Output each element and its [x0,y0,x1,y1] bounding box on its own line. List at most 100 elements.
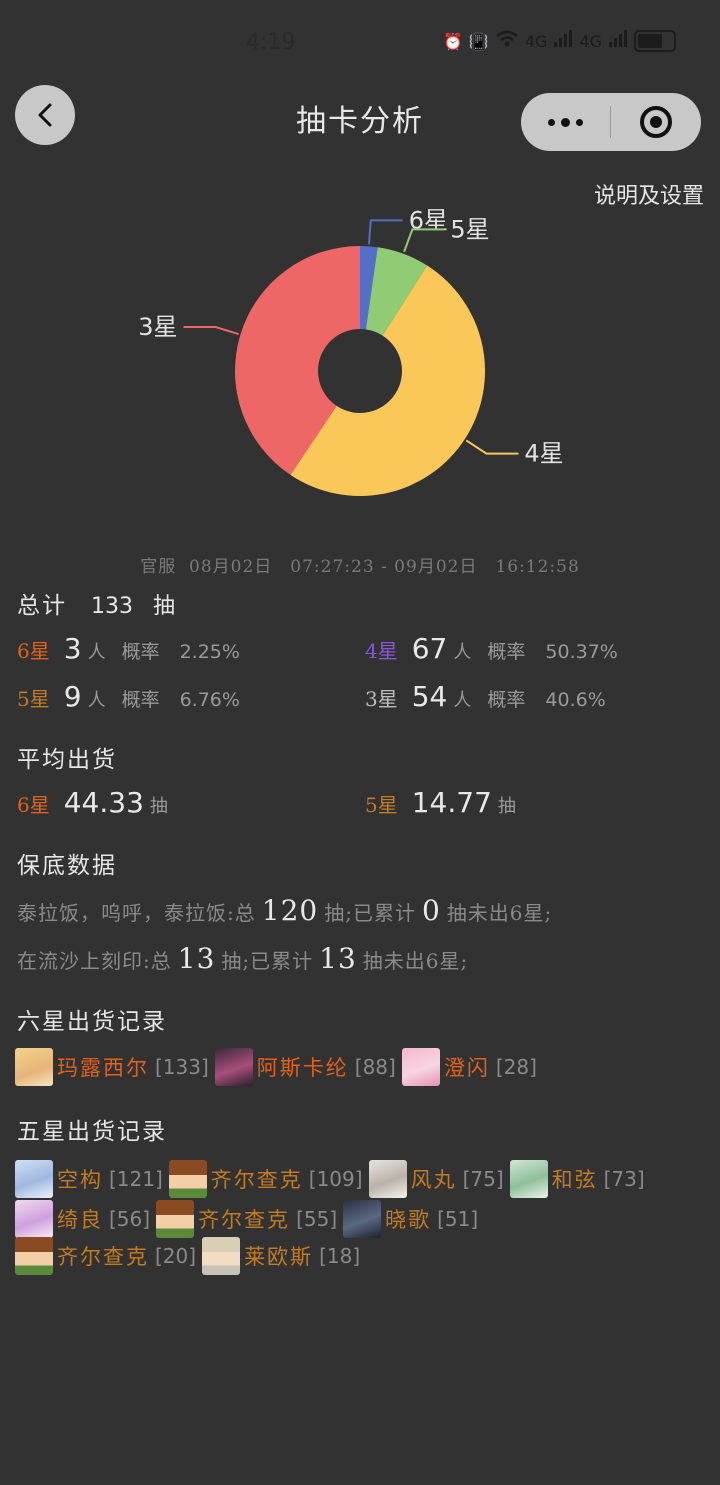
pie-label: 5星 [450,215,489,243]
star-label: 4星 [365,639,398,663]
stat-3star: 3星 54 人 概率 40.6% [365,680,606,713]
record-pull: [51] [437,1207,479,1231]
pity-tail: 抽未出6星; [362,949,469,973]
record-item: 空构 [121] [15,1160,163,1198]
record-pull: [18] [319,1244,361,1268]
avatar [168,1160,207,1198]
six-star-records-title: 六星出货记录 [17,1009,167,1035]
star-label: 5星 [17,687,50,711]
stat-4star: 4星 67 人 概率 50.37% [365,632,618,665]
close-mini-program-button[interactable] [611,105,701,139]
record-item: 齐尔查克 [20] [15,1237,196,1275]
record-item: 玛露西尔 [133] [15,1048,209,1086]
avatar [15,1200,53,1238]
stat-rate: 2.25% [179,641,240,663]
record-item: 莱欧斯 [18] [202,1237,360,1275]
record-name: 齐尔查克 [57,1245,149,1269]
pity-count: 0 [421,894,441,927]
five-star-record-list: 齐尔查克 [20] 莱欧斯 [18] [15,1237,366,1275]
more-button[interactable] [521,117,610,127]
avatar [509,1160,548,1198]
six-star-record-list: 玛露西尔 [133] 阿斯卡纶 [88] 澄闪 [28] [15,1048,543,1086]
rate-label: 概率 [121,689,160,711]
average-value: 44.33 [63,786,144,819]
record-pull: [56] [109,1207,151,1231]
stat-count: 3 [63,632,82,665]
five-star-record-list: 绮良 [56] 齐尔查克 [55] 晓歌 [51] [15,1200,484,1238]
pity-total: 13 [177,942,216,975]
average-title: 平均出货 [17,747,117,773]
avatar [368,1160,407,1198]
total-unit: 抽 [153,594,176,619]
stat-count: 67 [411,632,448,665]
record-name: 空构 [57,1168,103,1192]
avatar [15,1237,53,1275]
record-item: 晓歌 [51] [343,1200,478,1238]
pie-leader-line [367,219,403,245]
pity-tail: 抽未出6星; [446,901,553,925]
record-name: 晓歌 [385,1208,432,1232]
average-5star: 5星 14.77 抽 [365,786,516,819]
pity-mid: 抽;已累计 [324,901,416,925]
pie-leader-line [183,326,239,336]
avatar [156,1200,195,1238]
pity-row: 泰拉饭，呜呼，泰拉饭:总 120 抽;已累计 0 抽未出6星; [17,894,552,927]
pool-server: 官服 [140,557,177,577]
stat-6star: 6星 3 人 概率 2.25% [17,632,240,665]
pity-mid: 抽;已累计 [221,949,314,973]
stat-count: 9 [63,680,82,713]
signal-icon [553,30,573,52]
signal-2-label: 4G [579,31,602,51]
signal-1-label: 4G [524,31,548,51]
avatar [15,1048,53,1086]
pull-unit: 抽 [149,796,168,817]
record-item: 齐尔查克 [109] [168,1160,363,1198]
total-count: 133 [91,594,133,619]
record-item: 齐尔查克 [55] [156,1200,337,1238]
average-6star: 6星 44.33 抽 [17,786,168,819]
five-star-records-title: 五星出货记录 [17,1119,167,1145]
stat-rate: 50.37% [545,641,618,663]
record-pull: [133] [155,1055,209,1079]
record-pull: [88] [354,1055,396,1079]
record-name: 齐尔查克 [198,1208,291,1232]
record-item: 阿斯卡纶 [88] [214,1048,396,1086]
mini-program-capsule [521,93,701,151]
record-item: 澄闪 [28] [401,1048,537,1086]
total-row: 总计 133 抽 [17,586,175,620]
record-name: 玛露西尔 [57,1056,149,1080]
signal-icon [608,30,628,52]
stat-5star: 5星 9 人 概率 6.76% [17,680,240,713]
record-name: 绮良 [57,1208,103,1232]
battery-icon [634,30,676,52]
record-item: 和弦 [73] [509,1160,645,1198]
record-pull: [28] [495,1055,537,1079]
star-label: 3星 [365,687,398,711]
five-star-record-list: 空构 [121] 齐尔查克 [109] 风丸 [75] 和弦 [73] [15,1160,651,1198]
star-label: 6星 [17,639,50,663]
record-name: 澄闪 [443,1056,490,1080]
person-unit: 人 [87,690,106,711]
pity-pool: 泰拉饭，呜呼，泰拉饭:总 [17,901,256,925]
pity-row: 在流沙上刻印:总 13 抽;已累计 13 抽未出6星; [17,942,468,975]
record-item: 绮良 [56] [15,1200,150,1238]
star-label: 6星 [17,793,50,817]
status-icons: ⏰ 📳 4G 4G [443,30,676,52]
rate-label: 概率 [487,689,526,711]
pity-count: 13 [319,942,357,975]
avatar [343,1200,382,1238]
person-unit: 人 [453,642,472,663]
record-pull: [109] [308,1167,363,1191]
person-unit: 人 [453,690,472,711]
avatar [214,1048,253,1086]
average-value: 14.77 [411,786,492,819]
rate-label: 概率 [121,641,160,663]
record-name: 莱欧斯 [244,1245,314,1269]
record-name: 风丸 [410,1168,457,1192]
pity-total: 120 [261,894,319,927]
vibrate-icon: 📳 [468,31,489,51]
rate-label: 概率 [487,641,526,663]
pie-leader-line [465,439,519,455]
pie-label: 4星 [524,440,563,468]
star-label: 5星 [365,793,398,817]
